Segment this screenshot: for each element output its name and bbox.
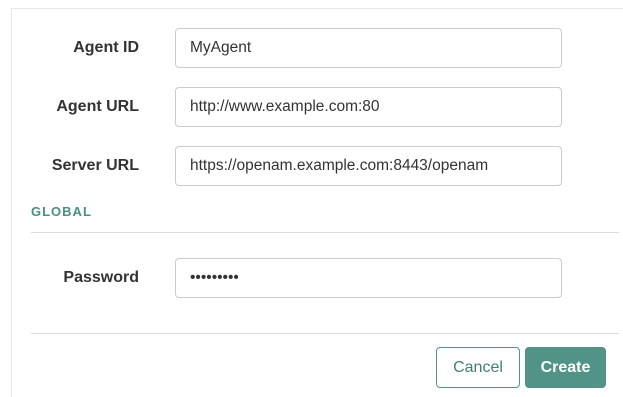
agent-id-label: Agent ID: [73, 39, 139, 56]
global-section-divider: [31, 232, 619, 233]
agent-id-row: Agent ID: [0, 28, 623, 68]
global-section-title: GLOBAL: [31, 204, 92, 219]
server-url-label: Server URL: [51, 157, 139, 174]
agent-form-page: Agent ID Agent URL Server URL GLOBAL Pas…: [0, 0, 623, 397]
cancel-button[interactable]: Cancel: [436, 347, 520, 388]
agent-id-input[interactable]: [175, 28, 562, 68]
password-input[interactable]: [175, 258, 562, 298]
server-url-row: Server URL: [0, 146, 623, 186]
panel-border-top: [11, 8, 623, 9]
password-label: Password: [63, 269, 139, 286]
agent-url-input[interactable]: [175, 87, 562, 127]
agent-url-label: Agent URL: [56, 98, 139, 115]
password-row: Password: [0, 258, 623, 298]
footer-divider: [31, 333, 619, 334]
server-url-input[interactable]: [175, 146, 562, 186]
agent-url-row: Agent URL: [0, 87, 623, 127]
create-button[interactable]: Create: [525, 347, 606, 388]
